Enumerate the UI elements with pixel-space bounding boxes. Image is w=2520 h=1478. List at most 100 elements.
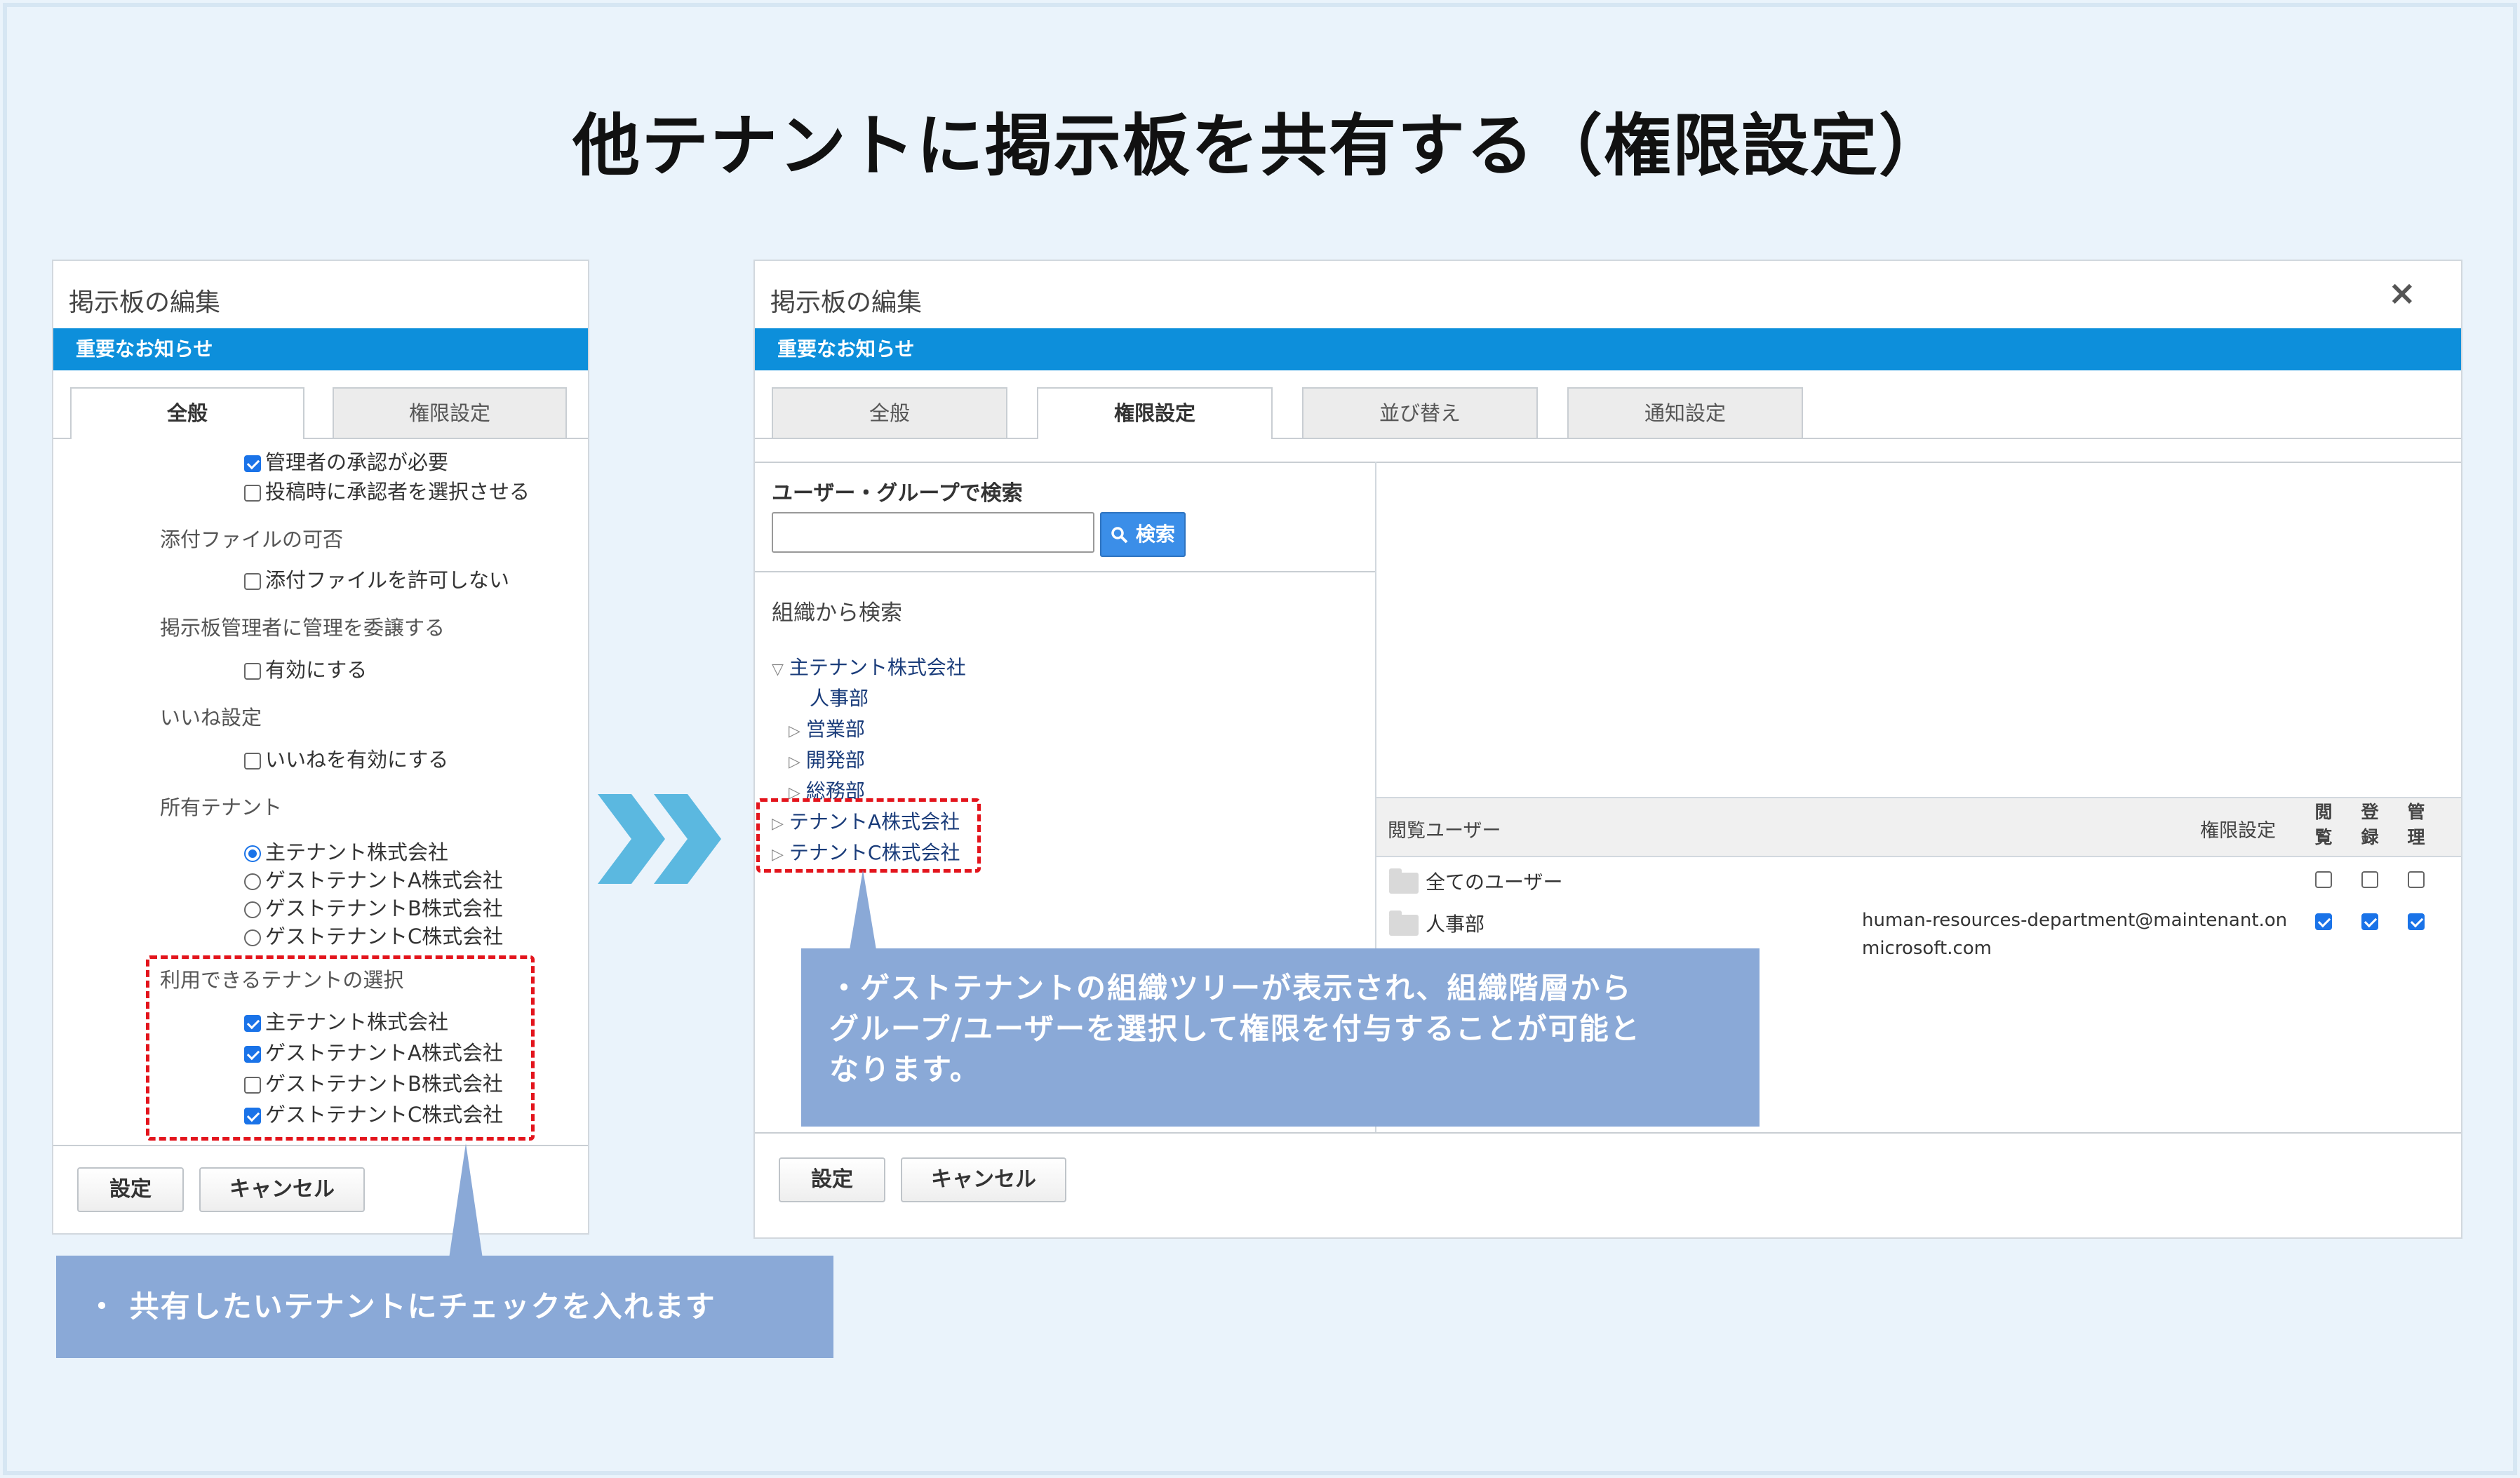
content-top-border <box>755 462 2461 463</box>
tree-node[interactable]: 人事部 <box>810 683 869 711</box>
option-label: 有効にする <box>265 658 368 682</box>
header-char: 閲 <box>2314 802 2333 822</box>
callout-line: ・ 共有したいテナントにチェックを入れます <box>87 1289 716 1324</box>
tab-divider <box>1273 438 2461 439</box>
owner-option[interactable]: ゲストテナントC株式会社 <box>244 920 503 950</box>
expanded-triangle-icon: ▽ <box>772 661 784 678</box>
left-edit-dialog: 掲示板の編集 重要なお知らせ 全般 権限設定 管理者の承認が必要 投稿時に承認者… <box>52 260 589 1235</box>
col-perm-header: 権限設定 <box>2200 820 2276 842</box>
owner-option[interactable]: ゲストテナントB株式会社 <box>244 892 503 922</box>
select-approver-checkbox[interactable] <box>244 485 261 502</box>
notice-bar: 重要なお知らせ <box>53 328 588 370</box>
tab-sort[interactable]: 並び替え <box>1302 387 1538 438</box>
tab-notifications[interactable]: 通知設定 <box>1567 387 1803 438</box>
like-label: いいね設定 <box>160 706 262 730</box>
callout-pointer <box>849 870 877 954</box>
tree-node[interactable]: ▷ 営業部 <box>789 714 865 742</box>
owner-radio[interactable] <box>244 873 261 890</box>
tree-node-label: 営業部 <box>805 718 865 741</box>
like-enable-option[interactable]: いいねを有効にする <box>244 744 448 773</box>
col-register-header: 登 録 <box>2360 800 2380 850</box>
tab-permissions[interactable]: 権限設定 <box>1037 387 1273 439</box>
owner-label: 所有テナント <box>160 795 283 819</box>
tab-general[interactable]: 全般 <box>772 387 1007 438</box>
permission-table-header: 閲覧ユーザー 権限設定 閲 覧 登 録 管 理 <box>1376 797 2461 857</box>
attachment-disallow-option[interactable]: 添付ファイルを許可しない <box>244 564 509 593</box>
header-char: 録 <box>2361 827 2379 847</box>
header-char: 管 <box>2407 802 2425 822</box>
set-button[interactable]: 設定 <box>779 1157 885 1202</box>
view-checkbox[interactable] <box>2315 913 2332 930</box>
tab-permissions[interactable]: 権限設定 <box>333 387 567 438</box>
collapsed-triangle-icon: ▷ <box>789 723 800 740</box>
tree-node-label: 開発部 <box>805 748 865 772</box>
option-label: ゲストテナントB株式会社 <box>265 896 503 920</box>
option-label: 管理者の承認が必要 <box>265 450 449 474</box>
like-enable-checkbox[interactable] <box>244 753 261 770</box>
search-input[interactable] <box>772 512 1094 553</box>
tree-node[interactable]: ▷ 開発部 <box>789 745 865 773</box>
register-checkbox[interactable] <box>2361 913 2378 930</box>
tab-general[interactable]: 全般 <box>70 387 304 439</box>
email-line: microsoft.com <box>1862 938 1992 959</box>
owner-option[interactable]: 主テナント株式会社 <box>244 836 448 866</box>
collapsed-triangle-icon: ▷ <box>789 753 800 771</box>
option-label: 主テナント株式会社 <box>265 840 449 864</box>
org-label: 組織から検索 <box>772 600 902 626</box>
option-label: ゲストテナントA株式会社 <box>265 868 503 892</box>
col-manage-header: 管 理 <box>2406 800 2426 850</box>
chevron-arrow-icon <box>598 794 721 884</box>
dialog-title: 掲示板の編集 <box>770 288 923 317</box>
folder-icon <box>1389 911 1419 936</box>
select-approver-option[interactable]: 投稿時に承認者を選択させる <box>244 476 530 505</box>
tree-callout: ・ゲストテナントの組織ツリーが表示され、組織階層から グループ/ユーザーを選択し… <box>801 948 1760 1127</box>
search-button-label: 検索 <box>1135 523 1175 546</box>
search-button[interactable]: 検索 <box>1100 512 1186 557</box>
tree-node[interactable]: ▽ 主テナント株式会社 <box>772 652 966 680</box>
owner-radio[interactable] <box>244 929 261 946</box>
register-checkbox[interactable] <box>2361 871 2378 888</box>
search-label: ユーザー・グループで検索 <box>772 481 1023 506</box>
page-title: 他テナントに掲示板を共有する（権限設定） <box>572 107 1948 185</box>
tab-divider <box>53 438 70 439</box>
set-button[interactable]: 設定 <box>77 1167 184 1212</box>
manage-checkbox[interactable] <box>2408 913 2425 930</box>
option-label: いいねを有効にする <box>265 748 449 772</box>
owner-radio[interactable] <box>244 845 261 862</box>
row-name: 人事部 <box>1426 913 1485 936</box>
option-label: 投稿時に承認者を選択させる <box>265 480 530 504</box>
callout-line: ・ゲストテナントの組織ツリーが表示され、組織階層から <box>829 971 1633 1005</box>
tenant-callout: ・ 共有したいテナントにチェックを入れます <box>56 1256 833 1358</box>
delegate-enable-checkbox[interactable] <box>244 663 261 680</box>
table-row: 全てのユーザー <box>1376 859 2461 901</box>
footer-divider <box>53 1145 588 1146</box>
attachment-label: 添付ファイルの可否 <box>160 528 344 551</box>
delegate-enable-option[interactable]: 有効にする <box>244 654 367 683</box>
callout-pointer <box>449 1143 483 1258</box>
tree-node-label: 人事部 <box>810 687 869 710</box>
row-name: 全てのユーザー <box>1426 871 1563 894</box>
highlight-box <box>756 798 981 873</box>
cancel-button[interactable]: キャンセル <box>901 1157 1066 1202</box>
close-icon[interactable]: × <box>2388 274 2416 313</box>
row-name-cell: 全てのユーザー <box>1389 867 1562 895</box>
owner-radio[interactable] <box>244 901 261 918</box>
tree-node-label: 主テナント株式会社 <box>789 656 966 679</box>
tab-divider <box>304 438 588 439</box>
approval-required-option[interactable]: 管理者の承認が必要 <box>244 446 448 476</box>
col-user-header: 閲覧ユーザー <box>1388 820 1501 842</box>
manage-checkbox[interactable] <box>2408 871 2425 888</box>
footer-divider <box>755 1132 2461 1134</box>
tab-divider <box>755 438 1037 439</box>
callout-line: グループ/ユーザーを選択して権限を付与することが可能と <box>829 1012 1641 1046</box>
header-char: 理 <box>2407 827 2425 847</box>
view-checkbox[interactable] <box>2315 871 2332 888</box>
attachment-disallow-checkbox[interactable] <box>244 573 261 590</box>
delegate-label: 掲示板管理者に管理を委譲する <box>160 616 445 640</box>
search-divider <box>755 571 1375 572</box>
cancel-button[interactable]: キャンセル <box>199 1167 365 1212</box>
owner-option[interactable]: ゲストテナントA株式会社 <box>244 864 503 894</box>
approval-required-checkbox[interactable] <box>244 455 261 472</box>
option-label: 添付ファイルを許可しない <box>265 568 510 592</box>
col-view-header: 閲 覧 <box>2314 800 2333 850</box>
